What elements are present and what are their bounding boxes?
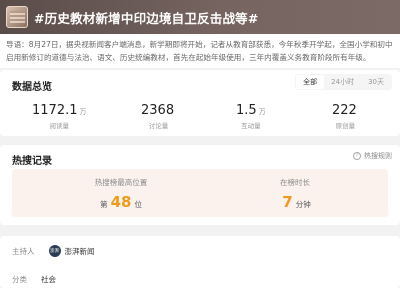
category-label: 分类	[12, 275, 27, 284]
stat-discussions-value: 2368	[141, 103, 175, 118]
stat-original-value: 222	[332, 103, 357, 118]
time-on-list-caption: 在榜时长	[280, 178, 310, 187]
topic-lead: 导语：8月27日，据央视新闻客户端消息，新学期即将开始，记者从教育部获悉，今年秋…	[0, 34, 400, 68]
hot-search-rules-label: 热搜规则	[364, 152, 392, 160]
data-overview-card: 数据总览 全部 24小时 30天 1172.1 万 阅读量 2368 讨论量 1.…	[0, 70, 400, 136]
time-on-list: 在榜时长 7 分钟	[260, 177, 330, 211]
stat-interactions-value: 1.5	[236, 103, 257, 118]
peak-suffix: 位	[134, 200, 142, 209]
host-label: 主持人	[12, 246, 35, 256]
hot-search-card: 热搜记录 ? 热搜规则 热搜榜最高位置 第 48 位 在榜时长 7 分钟	[0, 145, 400, 225]
peak-prefix: 第	[100, 200, 108, 209]
peak-position-caption: 热搜榜最高位置	[94, 178, 148, 187]
tab-24h[interactable]: 24小时	[324, 75, 361, 89]
host-name: 澎湃新闻	[64, 246, 95, 256]
host-row: 主持人 澎湃 澎湃新闻	[12, 245, 95, 257]
duration-value: 7	[282, 193, 293, 211]
stat-reads-value: 1172.1	[32, 103, 78, 118]
peak-value: 48	[110, 193, 132, 211]
stat-discussions-label: 讨论量	[148, 122, 169, 130]
stat-reads-unit: 万	[79, 108, 87, 116]
stat-discussions: 2368 讨论量	[141, 103, 176, 130]
stat-original: 222 原创量	[332, 103, 359, 130]
peak-position: 热搜榜最高位置 第 48 位	[76, 177, 166, 211]
stat-interactions-label: 互动量	[241, 122, 261, 130]
data-overview-title: 数据总览	[12, 82, 52, 93]
duration-unit: 分钟	[295, 200, 311, 209]
stat-original-label: 原创量	[335, 122, 356, 130]
lead-text: 8月27日，据央视新闻客户端消息，新学期即将开始，记者从教育部获悉，今年秋季开学…	[6, 40, 393, 62]
time-range-tabs: 全部 24小时 30天	[295, 74, 392, 90]
host-value[interactable]: 澎湃 澎湃新闻	[48, 245, 95, 257]
topic-thumbnail	[6, 6, 28, 28]
tab-30d[interactable]: 30天	[361, 75, 391, 89]
tab-all[interactable]: 全部	[296, 75, 325, 89]
stat-reads-label: 阅读量	[49, 122, 70, 130]
topic-info-card: 主持人 澎湃 澎湃新闻 分类 社会	[0, 236, 400, 288]
category-value: 社会	[41, 275, 56, 284]
lead-label: 导语：	[6, 40, 29, 49]
question-icon: ?	[353, 152, 361, 160]
topic-title: #历史教材新增中印边境自卫反击战等#	[34, 10, 259, 26]
hot-search-title: 热搜记录	[12, 156, 52, 167]
stat-reads: 1172.1 万 阅读量	[32, 103, 87, 130]
stat-interactions: 1.5 万 互动量	[236, 103, 266, 130]
stat-interactions-unit: 万	[258, 108, 266, 116]
hot-search-panel: 热搜榜最高位置 第 48 位 在榜时长 7 分钟	[12, 169, 388, 217]
host-avatar: 澎湃	[48, 245, 61, 257]
category-row: 分类 社会	[12, 274, 56, 285]
hot-search-rules-link[interactable]: ? 热搜规则	[353, 151, 392, 161]
topic-header: #历史教材新增中印边境自卫反击战等#	[0, 0, 400, 34]
